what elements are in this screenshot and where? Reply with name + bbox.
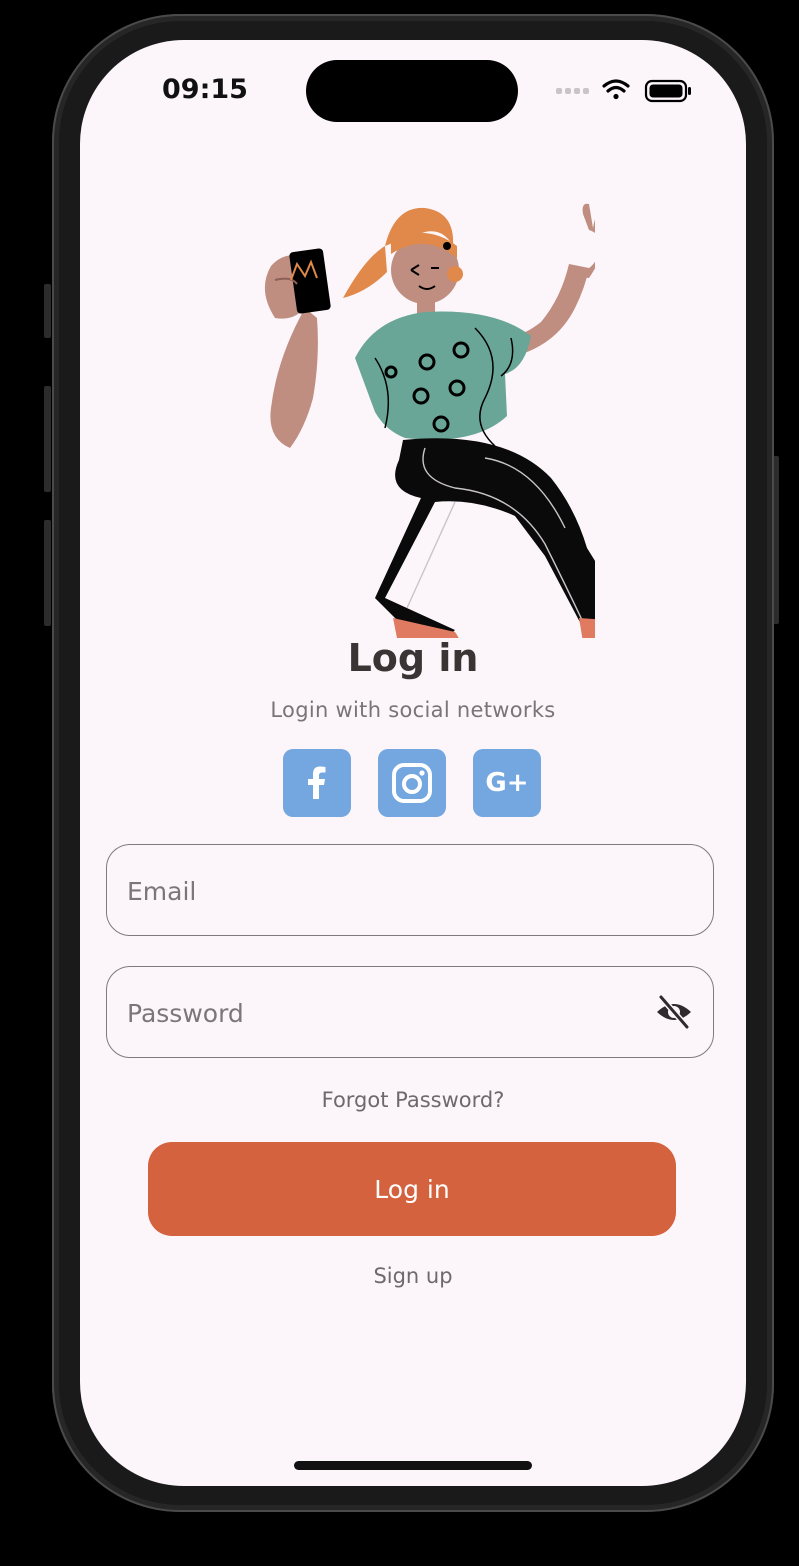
forgot-password-link[interactable]: Forgot Password? — [80, 1088, 746, 1112]
signal-icon — [556, 88, 589, 94]
password-input[interactable] — [125, 967, 639, 1059]
character-illustration — [264, 203, 595, 638]
battery-icon — [644, 79, 691, 103]
facebook-icon — [308, 766, 326, 799]
dynamic-island — [306, 60, 518, 122]
instagram-button[interactable] — [378, 749, 446, 817]
home-indicator — [294, 1461, 532, 1470]
signup-link[interactable]: Sign up — [80, 1264, 746, 1288]
instagram-icon — [392, 763, 432, 803]
page-title: Log in — [347, 636, 479, 680]
email-field — [106, 844, 714, 937]
wifi-icon — [602, 79, 630, 100]
email-input[interactable] — [125, 845, 639, 937]
page-subtitle: Login with social networks — [270, 698, 556, 722]
volume-up-button — [44, 386, 51, 492]
google-plus-button[interactable]: G+ — [473, 749, 541, 817]
password-field — [106, 966, 714, 1059]
status-time: 09:15 — [162, 74, 248, 105]
login-button[interactable]: Log in — [148, 1142, 676, 1236]
volume-down-button — [44, 520, 51, 626]
google-plus-icon: G+ — [485, 768, 529, 798]
facebook-button[interactable] — [283, 749, 351, 817]
eye-off-icon[interactable] — [655, 995, 693, 1029]
action-button — [44, 284, 51, 338]
app-screen: 09:15 Log in Login with social networks … — [80, 40, 746, 1486]
status-icons — [556, 79, 691, 103]
